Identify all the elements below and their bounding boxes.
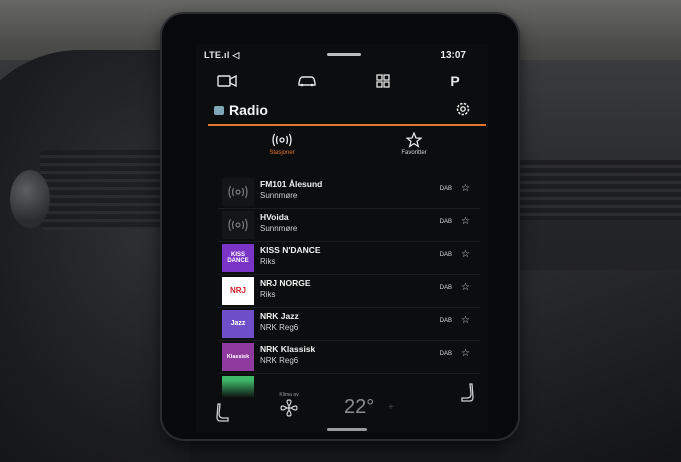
- tab-stations-label: Stasjoner: [269, 150, 295, 156]
- camera-button[interactable]: [214, 70, 240, 92]
- radio-app-icon: [214, 106, 224, 115]
- station-name: NRK Klassisk: [260, 344, 316, 354]
- station-row[interactable]: FM101 Ålesund Sunnmøre DAB ☆: [218, 176, 480, 209]
- seat-heat-right-icon[interactable]: [460, 382, 474, 404]
- tab-favorites[interactable]: Favoritter: [374, 132, 454, 168]
- band-label: DAB: [439, 318, 452, 324]
- camera-icon: [217, 74, 237, 88]
- favorite-star-icon[interactable]: ☆: [461, 250, 470, 260]
- station-region: Riks: [260, 257, 276, 266]
- band-label: DAB: [439, 351, 452, 357]
- band-label: DAB: [439, 219, 452, 225]
- tab-favorites-label: Favoritter: [401, 150, 427, 156]
- favorite-star-icon[interactable]: ☆: [461, 217, 470, 227]
- station-name: HVoida: [260, 212, 289, 222]
- kiss-logo: KISS DANCE: [222, 244, 254, 272]
- band-label: DAB: [439, 252, 452, 258]
- center-console: [500, 270, 681, 462]
- temperature-up-icon[interactable]: +: [388, 402, 394, 413]
- apps-grid-icon: [376, 74, 390, 88]
- favorite-star-icon[interactable]: ☆: [461, 283, 470, 293]
- nrk-klassisk-logo: Klassisk: [222, 343, 254, 371]
- climate-bar: Klima av 22° +: [196, 380, 488, 432]
- band-label: DAB: [439, 285, 452, 291]
- station-name: FM101 Ålesund: [260, 179, 323, 189]
- station-region: Riks: [260, 290, 276, 299]
- station-name: NRJ NORGE: [260, 278, 311, 288]
- parking-button[interactable]: P: [442, 70, 468, 92]
- station-region: Sunnmøre: [260, 224, 298, 233]
- favorite-star-icon[interactable]: ☆: [461, 184, 470, 194]
- parking-icon: P: [450, 73, 460, 89]
- band-label: DAB: [439, 186, 452, 192]
- temperature-readout[interactable]: 22°: [344, 396, 374, 419]
- drag-handle[interactable]: [327, 53, 361, 56]
- station-name: KISS N'DANCE: [260, 245, 321, 255]
- infotainment-screen: LTE.ıl ◁ 13:07 P Radio Stasjoner Favorit…: [196, 44, 488, 432]
- status-bar: LTE.ıl ◁ 13:07: [196, 44, 488, 66]
- car-dashboard-scene: LTE.ıl ◁ 13:07 P Radio Stasjoner Favorit…: [0, 0, 681, 462]
- steering-column-knob: [10, 170, 50, 228]
- header-divider: [208, 124, 486, 126]
- home-indicator[interactable]: [327, 428, 367, 431]
- station-row[interactable]: KISS DANCE KISS N'DANCE Riks DAB ☆: [218, 242, 480, 275]
- generic-radio-icon: [222, 211, 254, 239]
- top-navigation: P: [196, 68, 488, 94]
- station-row[interactable]: HVoida Sunnmøre DAB ☆: [218, 209, 480, 242]
- air-vent-right: [520, 160, 681, 220]
- station-row[interactable]: Klassisk NRK Klassisk NRK Reg6 DAB ☆: [218, 341, 480, 374]
- nrj-logo: NRJ: [222, 277, 254, 305]
- car-button[interactable]: [294, 70, 320, 92]
- nrk-jazz-logo: Jazz: [222, 310, 254, 338]
- station-name: NRK Jazz: [260, 311, 299, 321]
- generic-radio-icon: [222, 178, 254, 206]
- app-header: Radio: [196, 96, 488, 122]
- station-region: Sunnmøre: [260, 191, 298, 200]
- radio-waves-icon: [272, 133, 292, 147]
- tab-bar: Stasjoner Favoritter: [196, 132, 488, 168]
- tab-stations[interactable]: Stasjoner: [242, 132, 322, 168]
- page-title: Radio: [229, 102, 268, 118]
- favorite-star-icon[interactable]: ☆: [461, 349, 470, 359]
- clock: 13:07: [440, 50, 466, 61]
- station-region: NRK Reg6: [260, 323, 299, 332]
- star-icon: [406, 132, 422, 148]
- favorite-star-icon[interactable]: ☆: [461, 316, 470, 326]
- seat-heat-left-icon[interactable]: [216, 402, 230, 424]
- fan-button[interactable]: Klima av: [272, 392, 306, 423]
- car-icon: [298, 76, 316, 87]
- gear-icon[interactable]: [454, 100, 472, 118]
- station-row[interactable]: NRJ NRJ NORGE Riks DAB ☆: [218, 275, 480, 308]
- station-region: NRK Reg6: [260, 356, 299, 365]
- station-row[interactable]: Jazz NRK Jazz NRK Reg6 DAB ☆: [218, 308, 480, 341]
- signal-indicator: LTE.ıl ◁: [204, 50, 240, 60]
- apps-button[interactable]: [370, 70, 396, 92]
- fan-icon: [280, 399, 298, 417]
